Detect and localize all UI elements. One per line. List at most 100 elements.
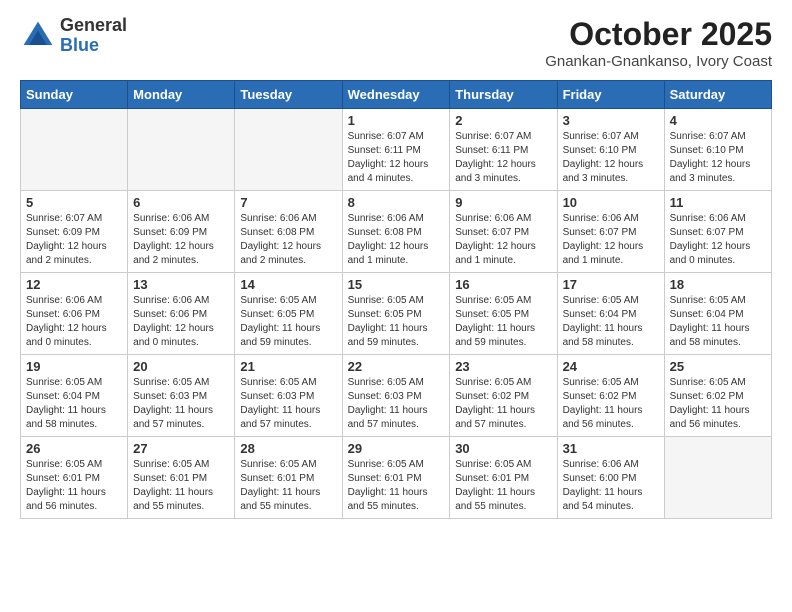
weekday-header: Thursday: [450, 81, 557, 109]
logo-icon: [20, 18, 56, 54]
day-info: Sunrise: 6:05 AM Sunset: 6:03 PM Dayligh…: [240, 376, 336, 432]
day-info: Sunrise: 6:06 AM Sunset: 6:08 PM Dayligh…: [240, 212, 336, 268]
title-block: October 2025 Gnankan-Gnankanso, Ivory Co…: [545, 16, 772, 70]
calendar-day-cell: 1 Sunrise: 6:07 AM Sunset: 6:11 PM Daylig…: [342, 109, 450, 191]
weekday-header: Friday: [557, 81, 664, 109]
calendar-day-cell: 5 Sunrise: 6:07 AM Sunset: 6:09 PM Daylig…: [21, 191, 128, 273]
calendar-day-cell: 28 Sunrise: 6:05 AM Sunset: 6:01 PM Dayli…: [235, 437, 342, 519]
day-info: Sunrise: 6:05 AM Sunset: 6:04 PM Dayligh…: [26, 376, 122, 432]
calendar-day-cell: 27 Sunrise: 6:05 AM Sunset: 6:01 PM Dayli…: [128, 437, 235, 519]
day-number: 30: [455, 441, 551, 456]
day-number: 3: [563, 113, 659, 128]
weekday-header: Wednesday: [342, 81, 450, 109]
day-number: 11: [670, 195, 766, 210]
calendar-day-cell: 7 Sunrise: 6:06 AM Sunset: 6:08 PM Daylig…: [235, 191, 342, 273]
day-number: 5: [26, 195, 122, 210]
calendar-day-cell: 19 Sunrise: 6:05 AM Sunset: 6:04 PM Dayli…: [21, 355, 128, 437]
day-info: Sunrise: 6:07 AM Sunset: 6:09 PM Dayligh…: [26, 212, 122, 268]
day-info: Sunrise: 6:07 AM Sunset: 6:10 PM Dayligh…: [563, 130, 659, 186]
calendar-day-cell: 8Sunrise: 6:06 AM Sunset: 6:08 PM Daylig…: [342, 191, 450, 273]
day-info: Sunrise: 6:05 AM Sunset: 6:02 PM Dayligh…: [455, 376, 551, 432]
calendar-day-cell: 25 Sunrise: 6:05 AM Sunset: 6:02 PM Dayli…: [664, 355, 771, 437]
day-number: 26: [26, 441, 122, 456]
day-number: 14: [240, 277, 336, 292]
day-number: 28: [240, 441, 336, 456]
day-info: Sunrise: 6:06 AM Sunset: 6:00 PM Dayligh…: [563, 458, 659, 514]
weekday-header-row: SundayMondayTuesdayWednesdayThursdayFrid…: [21, 81, 772, 109]
month-title: October 2025: [545, 16, 772, 53]
day-number: 19: [26, 359, 122, 374]
calendar-week-row: 12 Sunrise: 6:06 AM Sunset: 6:06 PM Dayli…: [21, 273, 772, 355]
calendar-body: 1 Sunrise: 6:07 AM Sunset: 6:11 PM Daylig…: [21, 109, 772, 519]
day-number: 2: [455, 113, 551, 128]
day-info: Sunrise: 6:05 AM Sunset: 6:03 PM Dayligh…: [348, 376, 445, 432]
calendar-day-cell: 18 Sunrise: 6:05 AM Sunset: 6:04 PM Dayli…: [664, 273, 771, 355]
day-info: Sunrise: 6:05 AM Sunset: 6:02 PM Dayligh…: [670, 376, 766, 432]
calendar-day-cell: 22Sunrise: 6:05 AM Sunset: 6:03 PM Dayli…: [342, 355, 450, 437]
weekday-header: Sunday: [21, 81, 128, 109]
location-subtitle: Gnankan-Gnankanso, Ivory Coast: [545, 53, 772, 70]
calendar-table: SundayMondayTuesdayWednesdayThursdayFrid…: [20, 80, 772, 519]
day-number: 16: [455, 277, 551, 292]
calendar-day-cell: 12 Sunrise: 6:06 AM Sunset: 6:06 PM Dayli…: [21, 273, 128, 355]
calendar-day-cell: 20 Sunrise: 6:05 AM Sunset: 6:03 PM Dayli…: [128, 355, 235, 437]
day-info: Sunrise: 6:05 AM Sunset: 6:01 PM Dayligh…: [133, 458, 229, 514]
day-number: 18: [670, 277, 766, 292]
day-info: Sunrise: 6:06 AM Sunset: 6:07 PM Dayligh…: [455, 212, 551, 268]
day-info: Sunrise: 6:06 AM Sunset: 6:06 PM Dayligh…: [26, 294, 122, 350]
calendar-day-cell: 14 Sunrise: 6:05 AM Sunset: 6:05 PM Dayli…: [235, 273, 342, 355]
day-number: 1: [348, 113, 445, 128]
calendar-week-row: 1 Sunrise: 6:07 AM Sunset: 6:11 PM Daylig…: [21, 109, 772, 191]
calendar-day-cell: 17 Sunrise: 6:05 AM Sunset: 6:04 PM Dayli…: [557, 273, 664, 355]
calendar-day-cell: 26 Sunrise: 6:05 AM Sunset: 6:01 PM Dayli…: [21, 437, 128, 519]
day-number: 25: [670, 359, 766, 374]
day-number: 6: [133, 195, 229, 210]
day-number: 20: [133, 359, 229, 374]
day-info: Sunrise: 6:05 AM Sunset: 6:05 PM Dayligh…: [240, 294, 336, 350]
calendar-day-cell: 4 Sunrise: 6:07 AM Sunset: 6:10 PM Daylig…: [664, 109, 771, 191]
calendar-header: SundayMondayTuesdayWednesdayThursdayFrid…: [21, 81, 772, 109]
day-info: Sunrise: 6:05 AM Sunset: 6:04 PM Dayligh…: [563, 294, 659, 350]
day-info: Sunrise: 6:05 AM Sunset: 6:01 PM Dayligh…: [348, 458, 445, 514]
day-number: 7: [240, 195, 336, 210]
day-number: 9: [455, 195, 551, 210]
calendar-day-cell: 29 Sunrise: 6:05 AM Sunset: 6:01 PM Dayli…: [342, 437, 450, 519]
day-number: 23: [455, 359, 551, 374]
calendar-day-cell: 30 Sunrise: 6:05 AM Sunset: 6:01 PM Dayli…: [450, 437, 557, 519]
day-info: Sunrise: 6:07 AM Sunset: 6:11 PM Dayligh…: [455, 130, 551, 186]
weekday-header: Monday: [128, 81, 235, 109]
day-info: Sunrise: 6:05 AM Sunset: 6:04 PM Dayligh…: [670, 294, 766, 350]
day-number: 4: [670, 113, 766, 128]
calendar-day-cell: 15Sunrise: 6:05 AM Sunset: 6:05 PM Dayli…: [342, 273, 450, 355]
calendar-day-cell: 16 Sunrise: 6:05 AM Sunset: 6:05 PM Dayli…: [450, 273, 557, 355]
day-info: Sunrise: 6:05 AM Sunset: 6:01 PM Dayligh…: [240, 458, 336, 514]
day-info: Sunrise: 6:05 AM Sunset: 6:02 PM Dayligh…: [563, 376, 659, 432]
day-info: Sunrise: 6:05 AM Sunset: 6:05 PM Dayligh…: [455, 294, 551, 350]
day-info: Sunrise: 6:07 AM Sunset: 6:11 PM Dayligh…: [348, 130, 445, 186]
day-number: 12: [26, 277, 122, 292]
calendar-day-cell: [664, 437, 771, 519]
day-info: Sunrise: 6:06 AM Sunset: 6:09 PM Dayligh…: [133, 212, 229, 268]
calendar-day-cell: 3 Sunrise: 6:07 AM Sunset: 6:10 PM Daylig…: [557, 109, 664, 191]
day-number: 17: [563, 277, 659, 292]
day-info: Sunrise: 6:05 AM Sunset: 6:05 PM Dayligh…: [348, 294, 445, 350]
calendar-day-cell: 11Sunrise: 6:06 AM Sunset: 6:07 PM Dayli…: [664, 191, 771, 273]
day-number: 24: [563, 359, 659, 374]
calendar-day-cell: 10Sunrise: 6:06 AM Sunset: 6:07 PM Dayli…: [557, 191, 664, 273]
calendar-week-row: 5 Sunrise: 6:07 AM Sunset: 6:09 PM Daylig…: [21, 191, 772, 273]
logo-general: General: [60, 16, 127, 36]
day-info: Sunrise: 6:07 AM Sunset: 6:10 PM Dayligh…: [670, 130, 766, 186]
day-number: 31: [563, 441, 659, 456]
day-info: Sunrise: 6:05 AM Sunset: 6:01 PM Dayligh…: [455, 458, 551, 514]
calendar-day-cell: 6 Sunrise: 6:06 AM Sunset: 6:09 PM Daylig…: [128, 191, 235, 273]
calendar-day-cell: 9 Sunrise: 6:06 AM Sunset: 6:07 PM Daylig…: [450, 191, 557, 273]
day-number: 27: [133, 441, 229, 456]
calendar-day-cell: [235, 109, 342, 191]
day-number: 29: [348, 441, 445, 456]
day-info: Sunrise: 6:05 AM Sunset: 6:03 PM Dayligh…: [133, 376, 229, 432]
calendar-day-cell: 24 Sunrise: 6:05 AM Sunset: 6:02 PM Dayli…: [557, 355, 664, 437]
day-info: Sunrise: 6:05 AM Sunset: 6:01 PM Dayligh…: [26, 458, 122, 514]
day-number: 8: [348, 195, 445, 210]
logo-blue: Blue: [60, 36, 127, 56]
weekday-header: Saturday: [664, 81, 771, 109]
